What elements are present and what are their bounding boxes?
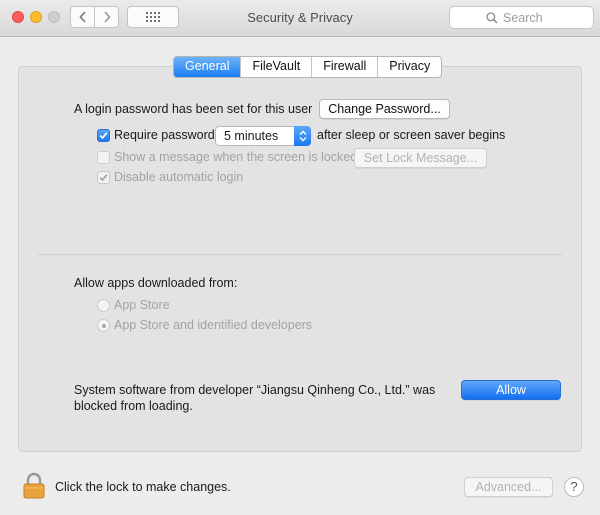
tab-filevault[interactable]: FileVault	[240, 57, 311, 77]
login-password-text: A login password has been set for this u…	[74, 102, 313, 116]
show-message-label: Show a message when the screen is locked	[114, 150, 358, 164]
radio-app-store-label: App Store	[114, 298, 170, 312]
help-button[interactable]: ?	[564, 477, 584, 497]
search-input[interactable]	[486, 10, 593, 25]
tab-privacy[interactable]: Privacy	[377, 57, 441, 77]
title-bar: Security & Privacy	[0, 0, 600, 37]
allow-button[interactable]: Allow	[461, 380, 561, 400]
search-icon	[486, 12, 498, 24]
search-field[interactable]	[449, 6, 594, 29]
checkmark-icon	[99, 174, 108, 182]
disable-auto-login-label: Disable automatic login	[114, 170, 244, 184]
change-password-button[interactable]: Change Password...	[319, 99, 450, 119]
require-password-label: Require password	[114, 128, 215, 142]
radio-identified-developers[interactable]	[97, 319, 110, 332]
blocked-message-line2: blocked from loading.	[74, 399, 193, 413]
tab-bar: General FileVault Firewall Privacy	[173, 56, 443, 78]
advanced-button[interactable]: Advanced...	[464, 477, 553, 497]
radio-app-store[interactable]	[97, 299, 110, 312]
after-sleep-text: after sleep or screen saver begins	[317, 128, 506, 142]
tab-firewall[interactable]: Firewall	[311, 57, 377, 77]
disable-auto-login-checkbox[interactable]	[97, 171, 110, 184]
radio-identified-developers-label: App Store and identified developers	[114, 318, 313, 332]
blocked-message-line1: System software from developer “Jiangsu …	[74, 383, 436, 397]
divider	[38, 254, 562, 255]
lock-icon[interactable]	[22, 472, 46, 500]
password-delay-popup[interactable]: 5 minutes	[215, 126, 311, 146]
popup-arrows-icon	[294, 126, 311, 146]
radio-selected-dot	[101, 323, 106, 328]
set-lock-message-button[interactable]: Set Lock Message...	[354, 148, 487, 168]
require-password-checkbox[interactable]	[97, 129, 110, 142]
password-delay-value: 5 minutes	[224, 129, 279, 143]
show-message-checkbox[interactable]	[97, 151, 110, 164]
checkmark-icon	[99, 132, 108, 140]
allow-apps-heading: Allow apps downloaded from:	[74, 276, 238, 290]
lock-text: Click the lock to make changes.	[55, 480, 231, 494]
tab-general[interactable]: General	[174, 57, 241, 77]
